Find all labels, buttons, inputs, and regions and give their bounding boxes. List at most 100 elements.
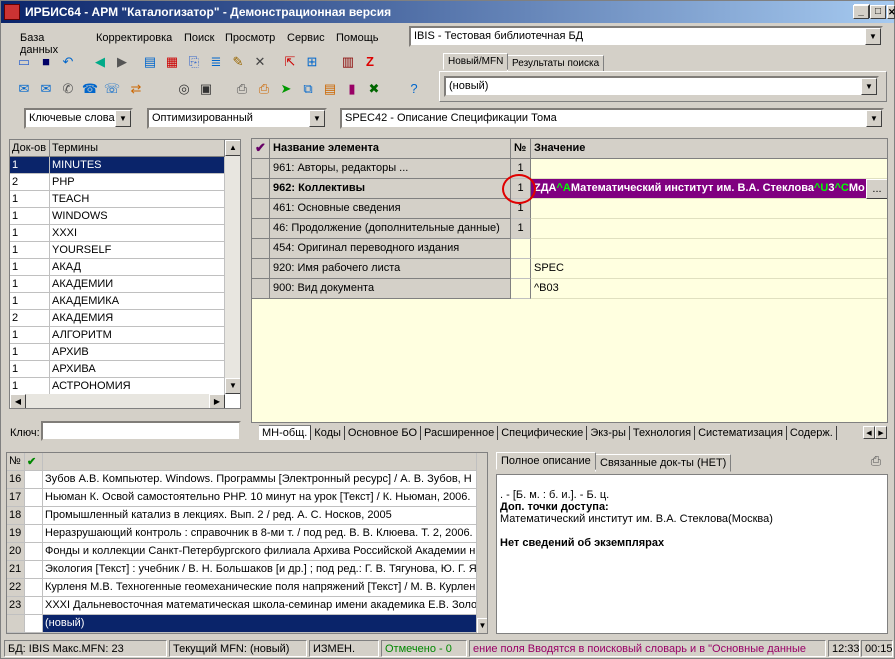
- tab-scroll[interactable]: ◀ ▶: [863, 426, 887, 440]
- key-input[interactable]: [41, 421, 241, 441]
- field-value[interactable]: SPEC: [531, 259, 887, 279]
- minimize-button[interactable]: _: [853, 5, 869, 19]
- chat-icon[interactable]: ☎: [81, 80, 99, 98]
- print-icon[interactable]: ⎙: [233, 80, 251, 98]
- record-row[interactable]: 22 Курленя М.В. Техногенные геомеханическ…: [7, 579, 477, 597]
- term-row[interactable]: 1 АРХИВА: [10, 361, 225, 378]
- terms-horizontal-scrollbar[interactable]: ◀ ▶: [10, 394, 225, 408]
- worksheet-tab[interactable]: Основное БО: [345, 426, 422, 440]
- undo-icon[interactable]: ↶: [59, 53, 77, 71]
- menu-view[interactable]: Просмотр: [220, 29, 280, 47]
- term-row[interactable]: 1 MINUTES: [10, 157, 225, 174]
- record-checkbox[interactable]: [25, 579, 43, 597]
- record-checkbox[interactable]: [25, 597, 43, 615]
- term-row[interactable]: 1 TEACH: [10, 191, 225, 208]
- chat-edit-icon[interactable]: ☏: [103, 80, 121, 98]
- record-checkbox[interactable]: [25, 543, 43, 561]
- z3950-icon[interactable]: Z: [361, 53, 379, 71]
- glasses-icon[interactable]: ◎: [175, 80, 193, 98]
- tab-scroll-right-icon[interactable]: ▶: [875, 426, 887, 439]
- menu-edit[interactable]: Корректировка: [91, 29, 177, 47]
- worksheet-tab[interactable]: Содерж.: [787, 426, 837, 440]
- term-row[interactable]: 1 АКАДЕМИИ: [10, 276, 225, 293]
- record-checkbox[interactable]: [25, 507, 43, 525]
- field-row[interactable]: 962: Коллективы 1 ZДА^AМатематический инст…: [252, 179, 887, 199]
- worksheet-tab[interactable]: Систематизация: [695, 426, 787, 440]
- menu-help[interactable]: Помощь: [331, 29, 384, 47]
- term-row[interactable]: 1 АСТРОНОМИЯ: [10, 378, 225, 395]
- term-row[interactable]: 1 АКАД: [10, 259, 225, 276]
- scroll-left-icon[interactable]: ◀: [10, 394, 26, 408]
- field-row[interactable]: 454: Оригинал переводного издания: [252, 239, 887, 259]
- field-edit-button[interactable]: ...: [866, 179, 887, 199]
- field-row[interactable]: 461: Основные сведения 1: [252, 199, 887, 219]
- record-row[interactable]: (новый): [7, 615, 477, 633]
- comment-icon[interactable]: ✉: [15, 80, 33, 98]
- record-checkbox[interactable]: [25, 489, 43, 507]
- field-value[interactable]: [531, 239, 887, 259]
- delete-icon[interactable]: ✕: [251, 53, 269, 71]
- record-table-icon[interactable]: ▦: [163, 53, 181, 71]
- field-value[interactable]: ^B03: [531, 279, 887, 299]
- tab-search-results[interactable]: Результаты поиска: [507, 55, 605, 72]
- export-icon[interactable]: ⇱: [281, 53, 299, 71]
- record-row[interactable]: 19 Неразрушающий контроль : справочник в …: [7, 525, 477, 543]
- mode-select[interactable]: Оптимизированный ▼: [147, 108, 327, 129]
- field-value[interactable]: [531, 199, 887, 219]
- report-icon[interactable]: ▤: [321, 80, 339, 98]
- term-row[interactable]: 1 WINDOWS: [10, 208, 225, 225]
- terms-grid[interactable]: Док-ов Термины 1 MINUTES 2 PHP 1 TEACH 1 WINDOW…: [9, 139, 241, 409]
- worksheet-tab[interactable]: Расширенное: [421, 426, 499, 440]
- new-document-icon[interactable]: ▭: [15, 53, 33, 71]
- scroll-right-icon[interactable]: ▶: [209, 394, 225, 408]
- dictionary-select[interactable]: Ключевые слова ▼: [24, 108, 133, 129]
- maximize-button[interactable]: □: [870, 5, 886, 19]
- save-icon[interactable]: ■: [37, 53, 55, 71]
- term-row[interactable]: 2 PHP: [10, 174, 225, 191]
- record-row[interactable]: 23 XXXI Дальневосточная математическая шк…: [7, 597, 477, 615]
- next-record-icon[interactable]: ▶: [113, 53, 131, 71]
- chevron-down-icon[interactable]: ▼: [861, 78, 877, 95]
- worksheet-tab[interactable]: Коды: [311, 426, 345, 440]
- field-occurrence[interactable]: [511, 279, 531, 299]
- edit-icon[interactable]: ✎: [229, 53, 247, 71]
- record-checkbox[interactable]: [25, 561, 43, 579]
- term-row[interactable]: 1 АКАДЕМИКА: [10, 293, 225, 310]
- record-checkbox[interactable]: [25, 471, 43, 489]
- folder-icon[interactable]: ▣: [197, 80, 215, 98]
- field-row[interactable]: 961: Авторы, редакторы ... 1: [252, 159, 887, 179]
- field-row[interactable]: 920: Имя рабочего листа SPEC: [252, 259, 887, 279]
- tab-linked-documents[interactable]: Связанные док-ты (НЕТ): [595, 454, 732, 472]
- fields-grid[interactable]: ✔ Название элемента № Значение 961: Авто…: [251, 138, 888, 423]
- worksheet-tab[interactable]: МН-общ.: [259, 425, 312, 440]
- record-row[interactable]: 18 Промышленный катализ в лекциях. Вып. 2…: [7, 507, 477, 525]
- terms-header-count[interactable]: Док-ов: [10, 140, 50, 157]
- tab-scroll-left-icon[interactable]: ◀: [863, 426, 875, 439]
- help-icon[interactable]: ?: [405, 80, 423, 98]
- term-row[interactable]: 1 АРХИВ: [10, 344, 225, 361]
- close-button[interactable]: ✕: [887, 5, 895, 19]
- record-checkbox[interactable]: [25, 525, 43, 543]
- menu-search[interactable]: Поиск: [179, 29, 219, 47]
- field-value[interactable]: ZДА^AМатематический институт им. В.А. Ст…: [531, 179, 866, 199]
- record-row[interactable]: 16 Зубов А.В. Компьютер. Windows. Програм…: [7, 471, 477, 489]
- scroll-down-icon[interactable]: ▼: [477, 618, 487, 633]
- terms-vertical-scrollbar[interactable]: ▲ ▼: [225, 140, 240, 394]
- comment-edit-icon[interactable]: ✉: [37, 80, 55, 98]
- term-row[interactable]: 1 XXXI: [10, 225, 225, 242]
- excel-icon[interactable]: ✖: [365, 80, 383, 98]
- term-row[interactable]: 2 АКАДЕМИЯ: [10, 310, 225, 327]
- move-icon[interactable]: ⇄: [127, 80, 145, 98]
- record-row[interactable]: 20 Фонды и коллекции Санкт-Петербургского…: [7, 543, 477, 561]
- field-row[interactable]: 46: Продолжение (дополнительные данные) 1: [252, 219, 887, 239]
- tab-full-description[interactable]: Полное описание: [496, 452, 596, 470]
- stats-icon[interactable]: ▮: [343, 80, 361, 98]
- global-icon[interactable]: ⊞: [303, 53, 321, 71]
- field-occurrence[interactable]: [511, 239, 531, 259]
- field-occurrence[interactable]: [511, 259, 531, 279]
- chevron-down-icon[interactable]: ▼: [865, 28, 881, 45]
- chevron-down-icon[interactable]: ▼: [866, 110, 882, 127]
- worksheet-select[interactable]: SPEC42 - Описание Спецификации Тома ▼: [340, 108, 884, 129]
- term-row[interactable]: 1 АЛГОРИТМ: [10, 327, 225, 344]
- record-checkbox[interactable]: [25, 615, 43, 633]
